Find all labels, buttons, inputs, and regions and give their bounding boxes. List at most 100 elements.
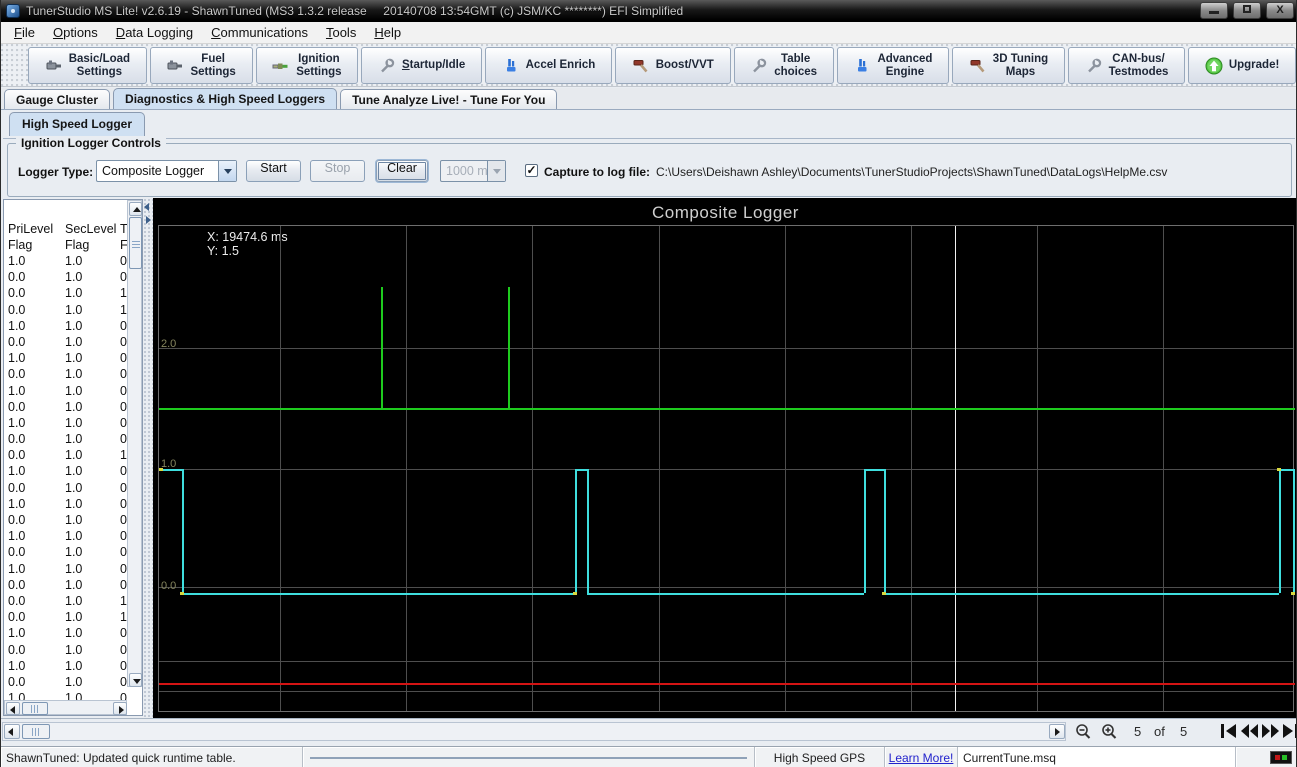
table-cell: 1.0: [65, 302, 83, 317]
horizontal-scroll-thumb[interactable]: [22, 702, 48, 715]
trace-segment-secondary-cam-signal: [1279, 469, 1293, 471]
toolbar-button-boost-vvt[interactable]: Boost/VVT: [615, 47, 731, 84]
menu-bar: File Options Data Logging Communications Too…: [1, 22, 1296, 44]
menu-item-tools[interactable]: Tools: [317, 23, 365, 42]
table-cell: 1: [120, 448, 127, 463]
tab-gauge-cluster[interactable]: Gauge Cluster: [4, 89, 111, 111]
vertical-scroll-thumb[interactable]: [129, 217, 142, 269]
table-cell: 1.0: [65, 480, 83, 495]
scroll-down-button[interactable]: [129, 673, 142, 687]
menu-item-options[interactable]: Options: [44, 23, 107, 42]
horizontal-scroll-thumb[interactable]: [22, 724, 50, 739]
toolbar-button-can-bus-testmodes[interactable]: CAN-bus/Testmodes: [1067, 47, 1186, 84]
table-row: 0.0 1.0 1: [4, 610, 128, 626]
toolbar-button-table-choices[interactable]: Table choices: [733, 47, 834, 84]
trace-segment-secondary-cam-signal: [864, 469, 866, 593]
table-cell: 1.0: [65, 270, 83, 285]
table-cell: 1.0: [8, 464, 26, 479]
chart-navigation-bar: 5 of 5: [1, 718, 1296, 747]
table-row: 0.0 1.0 0: [4, 481, 128, 497]
clear-button[interactable]: Clear: [376, 160, 428, 182]
table-row: 1.0 1.0 0: [4, 497, 128, 513]
table-vertical-scrollbar[interactable]: [127, 200, 142, 687]
toolbar-button-basic-load-settings[interactable]: Basic/Load Settings: [28, 47, 147, 84]
scroll-right-button[interactable]: [113, 702, 127, 715]
table-cell: 0: [120, 496, 127, 511]
table-cell: 1.0: [65, 351, 83, 366]
logger-type-select[interactable]: Composite Logger: [96, 160, 237, 182]
table-cell: 1.0: [65, 561, 83, 576]
menu-item-communications[interactable]: Communications: [202, 23, 317, 42]
table-cell: 1.0: [8, 561, 26, 576]
toolbar-button-fuel-settings[interactable]: Fuel Settings: [149, 47, 253, 84]
table-row: 0.0 1.0 1: [4, 448, 128, 464]
table-cell: 1.0: [65, 432, 83, 447]
chart-plot-area[interactable]: X: 19474.6 ms Y: 1.5 2.0 1.0 0.0: [158, 225, 1295, 712]
menu-item-file[interactable]: File: [5, 23, 44, 42]
start-button[interactable]: Start: [246, 160, 301, 182]
upgrade-icon: [1205, 57, 1223, 75]
tab-high-speed-logger[interactable]: High Speed Logger: [9, 112, 146, 136]
zoom-out-icon[interactable]: [1073, 722, 1093, 747]
chevron-down-icon[interactable]: [218, 161, 236, 181]
application-window: TunerStudio MS Lite! v2.6.19 - ShawnTune…: [0, 0, 1297, 767]
table-row: 1.0 1.0 0: [4, 562, 128, 578]
toolbar-button-label: Boost/VVT: [655, 59, 714, 72]
scroll-left-button[interactable]: [4, 724, 20, 739]
previous-page-icon[interactable]: [1240, 723, 1259, 739]
table-cell: 1.0: [65, 496, 83, 511]
table-cell: 0: [120, 577, 127, 592]
table-cell: 1.0: [65, 254, 83, 268]
table-row: 1.0 1.0 0: [4, 351, 128, 367]
clamp-icon: [166, 57, 184, 75]
tab-diagnostics-high-speed-loggers[interactable]: Diagnostics & High Speed Loggers: [113, 88, 338, 111]
close-button[interactable]: X: [1266, 2, 1294, 19]
table-cell: 0: [120, 367, 127, 382]
table-cell: 0.0: [8, 610, 26, 625]
trace-segment-third-signal: [159, 683, 1295, 685]
trace-segment-secondary-cam-signal: [575, 469, 587, 471]
trace-segment-primary-ignition-signal: [381, 287, 383, 408]
table-row: 1.0 1.0 0: [4, 626, 128, 642]
first-page-icon[interactable]: [1219, 723, 1238, 739]
table-cell: 0.0: [8, 593, 26, 608]
expand-right-icon[interactable]: [146, 216, 151, 224]
tab-tune-analyze-live-tune-for-you[interactable]: Tune Analyze Live! - Tune For You: [340, 89, 558, 111]
toolbar-button-ignition-settings[interactable]: Ignition Settings: [255, 47, 359, 84]
table-cell: 1.0: [8, 254, 26, 268]
toolbar-button-advanced-engine[interactable]: Advanced Engine: [836, 47, 950, 84]
table-horizontal-scrollbar[interactable]: [4, 700, 127, 715]
table-cell: 0.0: [8, 577, 26, 592]
data-point-marker: [1277, 468, 1281, 471]
table-cell: 1.0: [65, 593, 83, 608]
table-cell: 1.0: [65, 464, 83, 479]
minimize-button[interactable]: [1200, 2, 1228, 19]
collapse-left-icon[interactable]: [144, 203, 149, 211]
toolbar-button-label: CAN-bus/Testmodes: [1108, 53, 1169, 78]
toolbar-button-accel-enrich[interactable]: Accel Enrich: [484, 47, 612, 84]
panel-splitter[interactable]: [144, 199, 153, 717]
tune-file-name: CurrentTune.msq: [958, 747, 1236, 767]
restore-button[interactable]: [1233, 2, 1261, 19]
title-bar[interactable]: TunerStudio MS Lite! v2.6.19 - ShawnTune…: [1, 0, 1296, 22]
last-page-icon[interactable]: [1281, 723, 1296, 739]
learn-more-link[interactable]: Learn More!: [889, 751, 954, 765]
next-page-icon[interactable]: [1261, 723, 1280, 739]
menu-item-data-logging[interactable]: Data Logging: [107, 23, 202, 42]
table-row: 0.0 1.0 0: [4, 578, 128, 594]
chart-horizontal-scrollbar[interactable]: [2, 722, 1066, 741]
menu-item-help[interactable]: Help: [365, 23, 410, 42]
zoom-in-icon[interactable]: [1099, 722, 1119, 747]
toolbar-button-3d-tuning-maps[interactable]: 3D Tuning Maps: [952, 47, 1065, 84]
progress-segment: [303, 747, 755, 767]
learn-more-segment: Learn More!: [885, 747, 958, 767]
table-rows: 1.0 1.0 0 0.0 1.0 0 0.0 1.0 1 0.0 1.0 1 1.0 1.0 0 0.0 1.…: [4, 254, 128, 700]
table-cell: 1.0: [8, 496, 26, 511]
scroll-left-button[interactable]: [6, 702, 20, 715]
trace-segment-secondary-cam-signal: [884, 469, 886, 593]
capture-to-log-checkbox[interactable]: ✓: [525, 164, 538, 177]
scroll-right-button[interactable]: [1049, 724, 1065, 739]
toolbar-button-startup-idle[interactable]: Startup/Idle: [361, 47, 482, 84]
scroll-up-button[interactable]: [129, 202, 142, 216]
toolbar-button-upgrade[interactable]: Upgrade!: [1188, 47, 1296, 84]
